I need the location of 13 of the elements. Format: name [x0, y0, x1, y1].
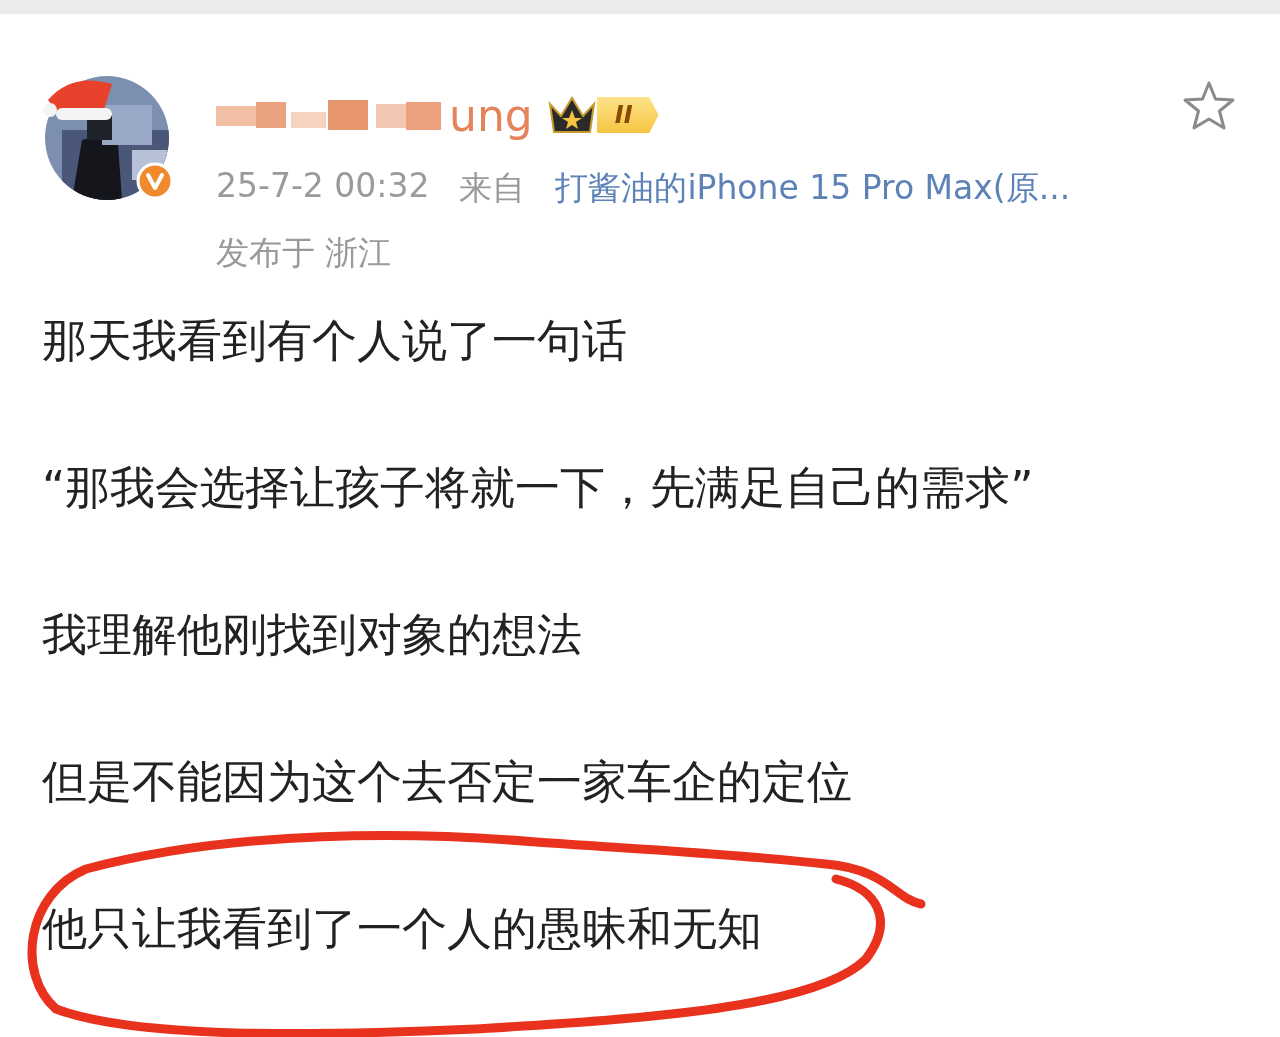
post-paragraph: 但是不能因为这个去否定一家车企的定位 [42, 757, 853, 807]
post-paragraph: “那我会选择让孩子将就一下，先满足自己的需求” [42, 463, 1035, 513]
post-paragraph: 那天我看到有个人说了一句话 [42, 316, 628, 366]
post-paragraph: 我理解他刚找到对象的想法 [42, 610, 583, 660]
crown-icon [546, 94, 597, 136]
post-paragraph: 他只让我看到了一个人的愚昧和无知 [42, 904, 763, 954]
location-text: 发布于 浙江 [216, 232, 393, 274]
post-time: 25-7-2 00:32 [216, 166, 430, 207]
level-badge: II [596, 97, 659, 133]
username[interactable]: ung [449, 89, 533, 141]
favorite-star-icon[interactable] [1182, 80, 1236, 132]
source-link[interactable]: 打酱油的iPhone 15 Pro Max(原... [555, 166, 1071, 211]
source-label: 来自 [459, 167, 526, 209]
